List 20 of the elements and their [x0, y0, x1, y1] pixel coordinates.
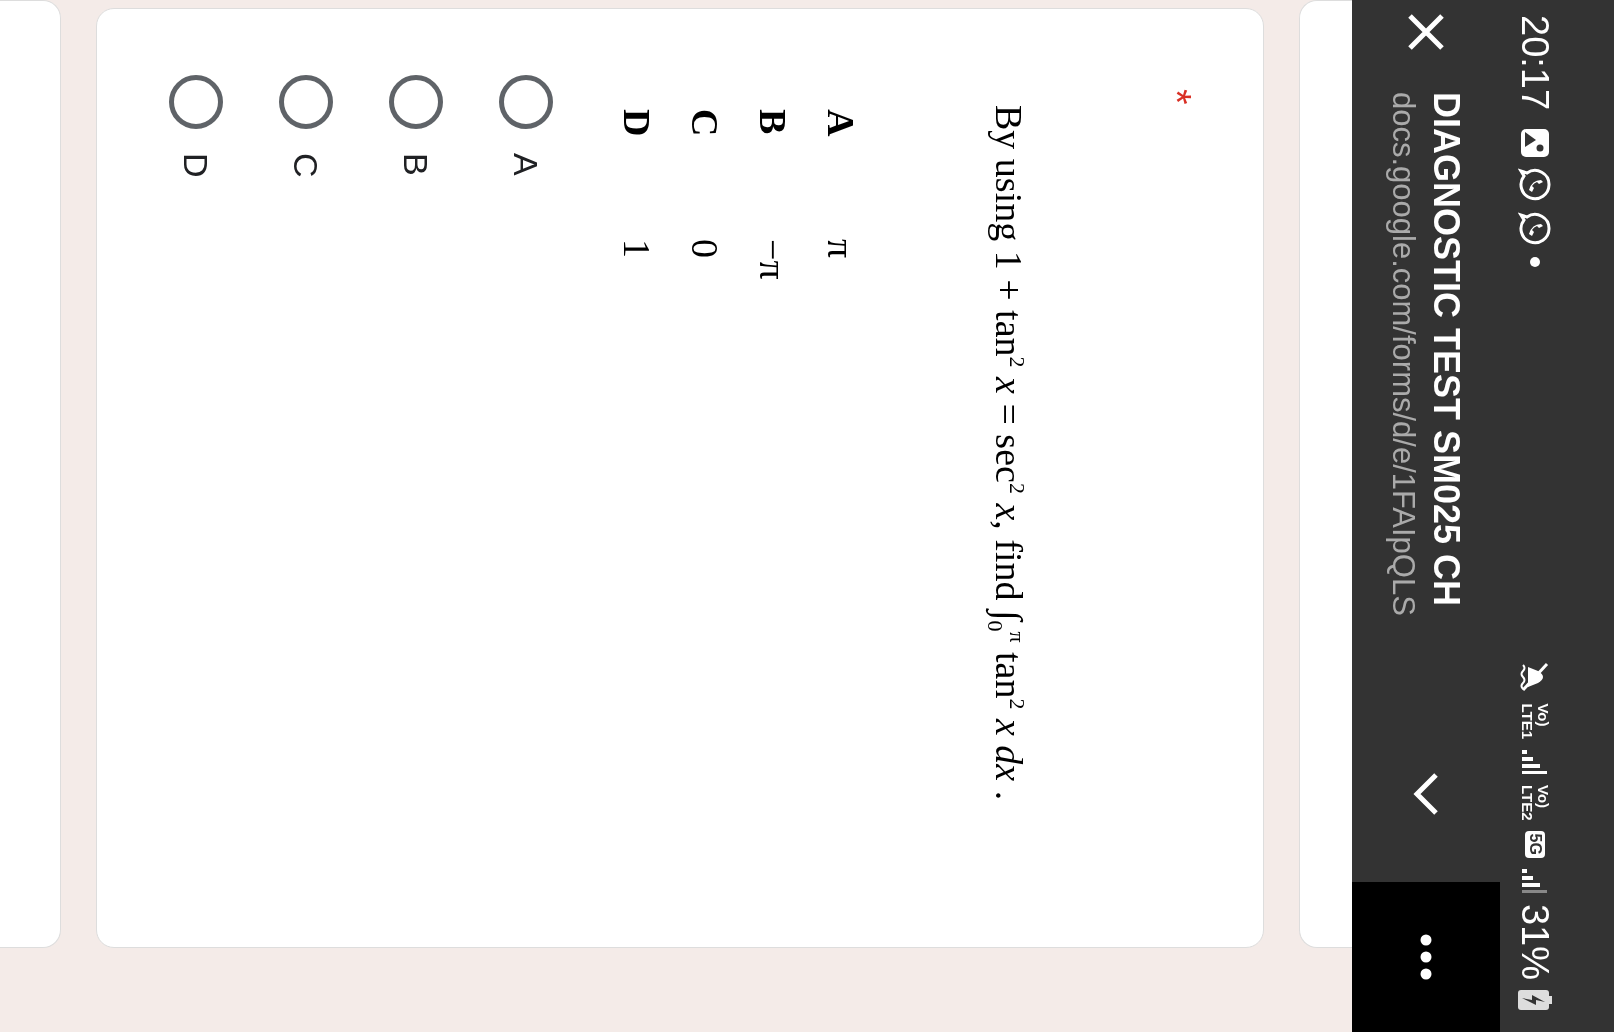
- choice-value: −π: [750, 239, 795, 280]
- choice-letter: D: [614, 109, 659, 139]
- option-label[interactable]: C: [286, 153, 326, 178]
- status-time: 20:17: [1513, 15, 1557, 111]
- choice-letter: C: [682, 109, 727, 139]
- page-title: DIAGNOSTIC TEST SM025 CH: [1425, 92, 1467, 609]
- page-url: docs.google.com/forms/d/e/1FAIpQLS: [1385, 92, 1421, 618]
- choice-value: 0: [682, 239, 727, 258]
- required-mark: *: [1157, 89, 1197, 105]
- option-label[interactable]: A: [506, 153, 546, 176]
- network-badge: 5G: [1525, 830, 1545, 858]
- sim-label: Vo) LTE1: [1519, 703, 1551, 740]
- option-label[interactable]: B: [396, 153, 436, 176]
- option-label[interactable]: D: [176, 153, 216, 178]
- sim-label: Vo) LTE2: [1519, 785, 1551, 821]
- choice-letter: A: [818, 109, 863, 139]
- battery-percent: 31%: [1513, 903, 1557, 980]
- choice-value: π: [818, 239, 863, 259]
- choice-letter: B: [750, 109, 795, 137]
- choice-value: 1: [614, 239, 659, 258]
